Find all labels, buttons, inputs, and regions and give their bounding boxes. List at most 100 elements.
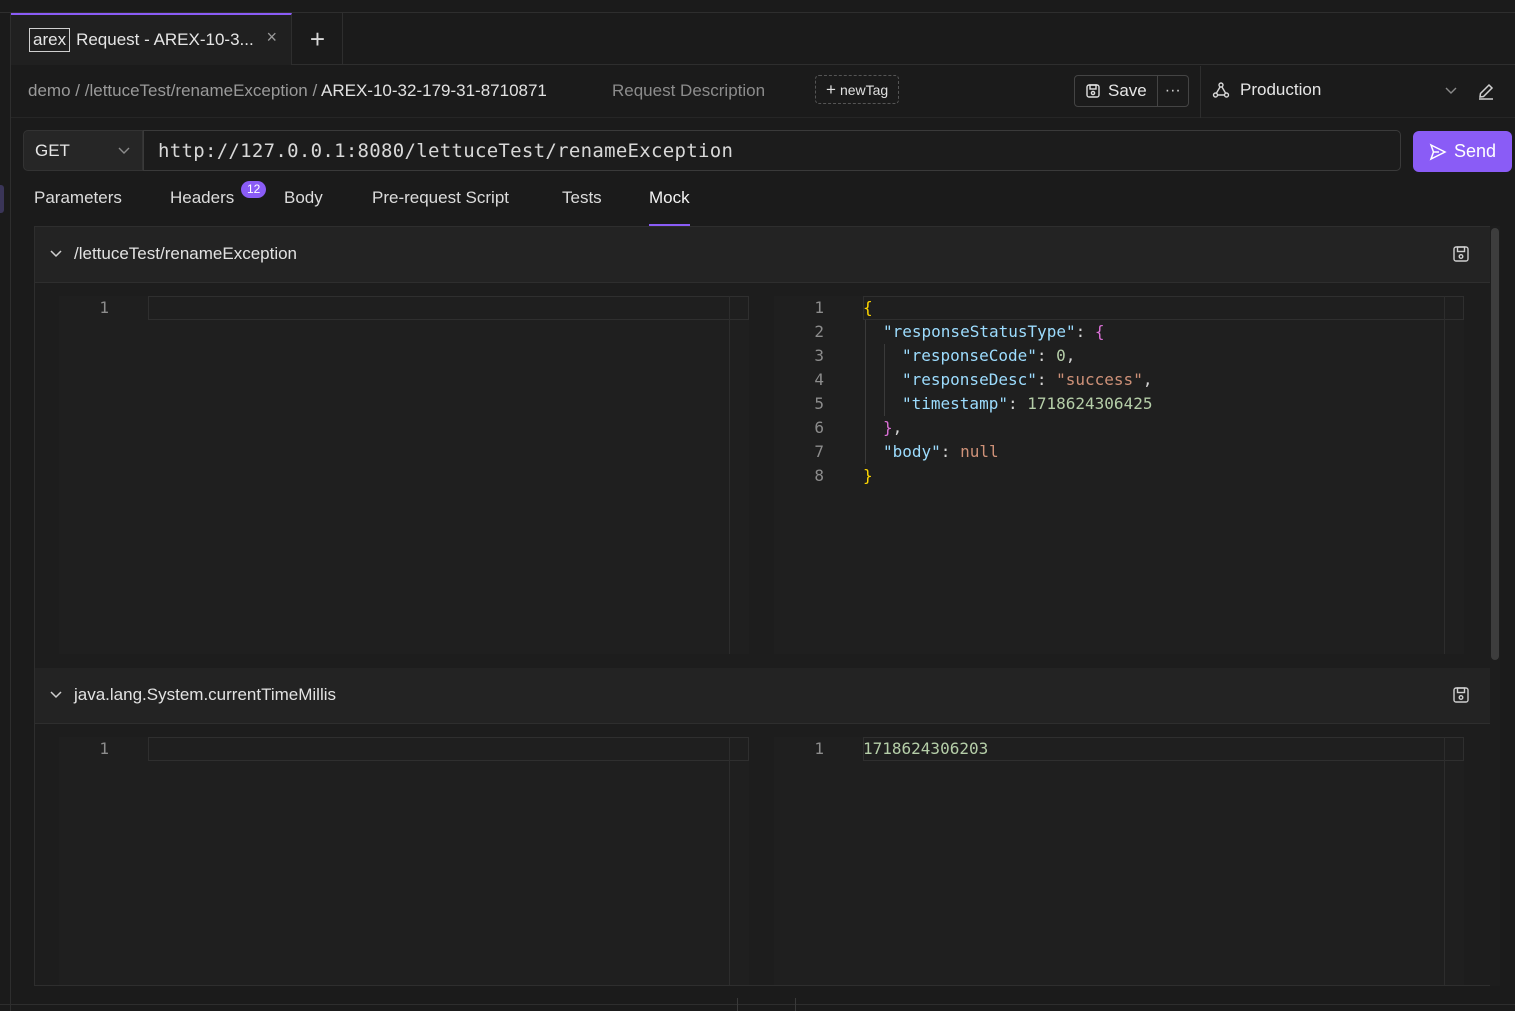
code-token: : (1075, 322, 1095, 341)
environment-select[interactable]: Production (1212, 80, 1321, 100)
add-tab-button[interactable]: + (293, 13, 343, 65)
send-icon (1429, 142, 1447, 161)
save-button[interactable]: Save (1075, 76, 1158, 106)
new-tag-label: newTag (839, 81, 889, 98)
mock-section-header[interactable]: /lettuceTest/renameException (35, 227, 1490, 283)
code-token: null (960, 442, 999, 461)
indent-guide (884, 344, 885, 416)
tab-type-tag: arex (29, 28, 71, 52)
chevron-down-icon (118, 147, 130, 154)
request-subtabs: Parameters Headers 12 Body Pre-request S… (11, 180, 1491, 227)
close-icon[interactable]: × (266, 27, 277, 48)
tab-parameters[interactable]: Parameters (34, 188, 122, 208)
code-line: "timestamp": 1718624306425 (902, 394, 1152, 413)
tab-title: Request - AREX-10-3... (76, 30, 254, 49)
code-line: "responseDesc": "success", (902, 370, 1152, 389)
tab-headers[interactable]: Headers (170, 188, 234, 208)
breadcrumb-separator: / (75, 81, 80, 100)
more-options-button[interactable]: ··· (1158, 76, 1188, 106)
current-line-highlight (148, 737, 749, 761)
request-tab[interactable]: arex Request - AREX-10-3... × (11, 13, 292, 65)
save-icon[interactable] (1452, 686, 1470, 704)
headers-count-badge: 12 (241, 181, 267, 198)
code-token: { (863, 298, 873, 317)
mock-section-body: 1 1 1718624306203 (35, 724, 1490, 985)
editor-scrollbar[interactable] (729, 296, 749, 654)
plus-icon: + (826, 79, 836, 99)
code-token: "success" (1056, 370, 1143, 389)
code-token: , (1065, 346, 1076, 365)
code-line: }, (883, 418, 902, 437)
code-line: "responseStatusType": { (883, 322, 1105, 341)
save-label: Save (1108, 81, 1147, 100)
tab-pre-request-script[interactable]: Pre-request Script (372, 188, 509, 208)
code-token: : (1036, 346, 1057, 365)
editor-scrollbar[interactable] (729, 737, 749, 985)
resize-handle[interactable] (737, 998, 796, 1011)
breadcrumb-workspace[interactable]: demo (28, 81, 71, 100)
save-icon[interactable] (1452, 245, 1470, 263)
app-window: arex Request - AREX-10-3... × + demo / /… (0, 0, 1515, 1011)
mock-scrollbar[interactable] (1490, 226, 1500, 986)
code-token: { (1094, 322, 1105, 341)
code-token: } (883, 418, 893, 437)
code-token: 0 (1056, 346, 1066, 365)
save-button-group: Save ··· (1074, 75, 1189, 107)
code-token: , (892, 418, 903, 437)
code-token: "timestamp" (902, 394, 1008, 413)
line-number: 1 (814, 298, 824, 317)
method-select[interactable]: GET (23, 130, 143, 171)
tab-mock[interactable]: Mock (649, 188, 690, 227)
code-token: , (1142, 370, 1153, 389)
edit-icon[interactable] (1477, 82, 1495, 100)
code-token: "body" (883, 442, 941, 461)
environment-name: Production (1240, 80, 1322, 99)
sidebar-collapse-handle[interactable] (0, 185, 4, 213)
code-token: "responseDesc" (902, 370, 1037, 389)
code-token: : (940, 442, 961, 461)
environment-icon (1212, 82, 1230, 98)
breadcrumb: demo / /lettuceTest/renameException / AR… (28, 81, 547, 101)
chevron-down-icon[interactable] (1443, 82, 1459, 98)
mock-panel: /lettuceTest/renameException 1 1 2 3 4 5… (34, 226, 1491, 986)
indent-guide (865, 320, 866, 464)
mock-section-title: java.lang.System.currentTimeMillis (74, 685, 336, 704)
save-icon (1086, 84, 1100, 98)
code-line: } (863, 466, 873, 485)
new-tag-button[interactable]: + newTag (815, 75, 900, 104)
breadcrumb-path[interactable]: /lettuceTest/renameException (85, 81, 308, 100)
tab-body[interactable]: Body (284, 188, 323, 208)
editor-scrollbar[interactable] (1444, 296, 1464, 654)
chevron-down-icon[interactable] (48, 245, 64, 261)
current-line-highlight (148, 296, 749, 320)
breadcrumb-request-name[interactable]: AREX-10-32-179-31-8710871 (321, 81, 547, 100)
request-description[interactable]: Request Description (612, 81, 765, 101)
chevron-down-icon[interactable] (48, 686, 64, 702)
code-token: "responseStatusType" (883, 322, 1076, 341)
scrollbar-thumb[interactable] (1491, 228, 1499, 660)
response-editor[interactable]: 1 2 3 4 5 6 7 8 { "responseStatusType": … (774, 296, 1464, 654)
method-value: GET (35, 140, 70, 160)
line-number: 8 (814, 466, 824, 485)
line-number: 2 (814, 322, 824, 341)
editor-scrollbar[interactable] (1444, 737, 1464, 985)
request-editor[interactable]: 1 (59, 296, 749, 654)
response-editor[interactable]: 1 1718624306203 (774, 737, 1464, 985)
divider (1200, 66, 1201, 118)
code-token: : (1007, 394, 1028, 413)
left-divider (10, 12, 11, 1011)
mock-section-title: /lettuceTest/renameException (74, 244, 298, 263)
line-number: 3 (814, 346, 824, 365)
tab-tests[interactable]: Tests (562, 188, 602, 208)
code-line: 1718624306203 (863, 739, 989, 758)
mock-section-body: 1 1 2 3 4 5 6 7 8 { "responseStatusType"… (35, 283, 1490, 667)
url-input[interactable]: http://127.0.0.1:8080/lettuceTest/rename… (143, 130, 1401, 171)
code-token: "responseCode" (902, 346, 1037, 365)
code-token: : (1036, 370, 1057, 389)
request-editor[interactable]: 1 (59, 737, 749, 985)
line-number: 6 (814, 418, 824, 437)
mock-section-header[interactable]: java.lang.System.currentTimeMillis (35, 668, 1490, 724)
request-header: demo / /lettuceTest/renameException / AR… (11, 66, 1515, 118)
line-number: 1 (814, 739, 824, 758)
send-button[interactable]: Send (1413, 131, 1512, 172)
